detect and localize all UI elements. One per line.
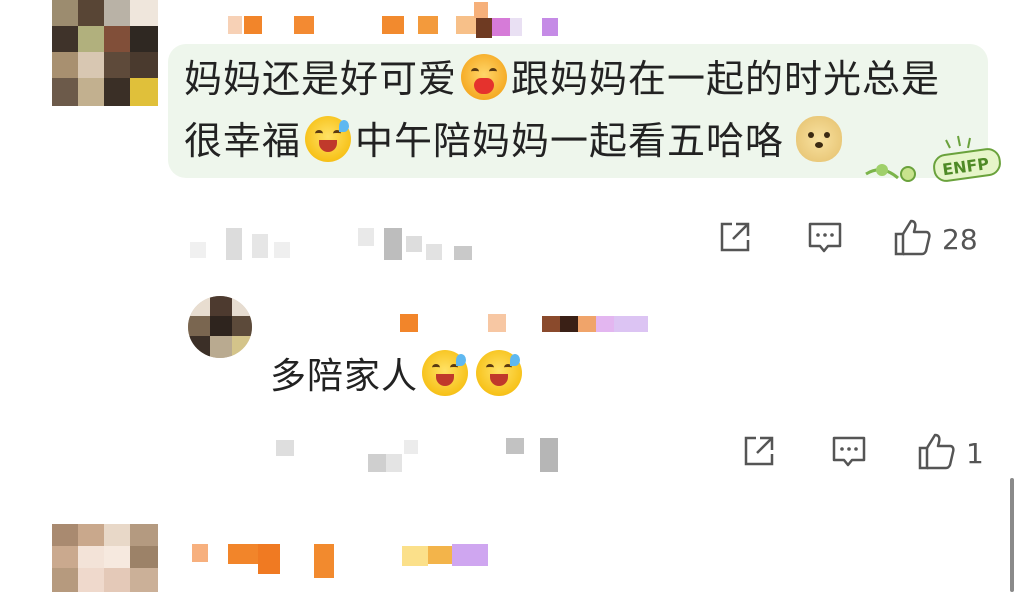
comment-icon: [830, 432, 868, 474]
comment-text-line-2: 很幸福 中午陪妈妈一起看五哈咯: [184, 110, 846, 172]
username[interactable]: [188, 540, 508, 580]
avatar[interactable]: [52, 0, 158, 106]
laugh-cry-emoji-icon: [305, 116, 352, 162]
username[interactable]: [396, 312, 656, 336]
share-button[interactable]: [716, 218, 754, 260]
like-count: 28: [942, 222, 978, 256]
comment-meta: [190, 224, 490, 264]
enfp-sticker: ENFP: [862, 134, 1002, 186]
scrollbar[interactable]: [1010, 478, 1014, 592]
share-icon: [740, 432, 778, 474]
thumbs-up-icon: [892, 216, 934, 262]
comment-text-line-1: 妈妈还是好可爱 跟妈妈在一起的时光总是: [184, 48, 940, 110]
username[interactable]: [220, 2, 560, 38]
laugh-cry-emoji-icon: [422, 350, 469, 396]
thumbs-up-icon: [916, 430, 958, 476]
comment-icon: [806, 218, 844, 260]
reply-button[interactable]: [806, 218, 844, 260]
reply-button[interactable]: [830, 432, 868, 474]
doge-emoji-icon: [796, 116, 843, 162]
share-icon: [716, 218, 754, 260]
like-button[interactable]: 1: [916, 430, 984, 476]
love-emoji-icon: [461, 54, 508, 100]
comment-meta: [276, 436, 576, 476]
avatar[interactable]: [52, 524, 158, 592]
reply-text: 多陪家人: [270, 346, 526, 408]
like-count: 1: [966, 436, 984, 470]
share-button[interactable]: [740, 432, 778, 474]
laugh-cry-emoji-icon: [476, 350, 523, 396]
like-button[interactable]: 28: [892, 216, 978, 262]
avatar[interactable]: [188, 296, 252, 358]
